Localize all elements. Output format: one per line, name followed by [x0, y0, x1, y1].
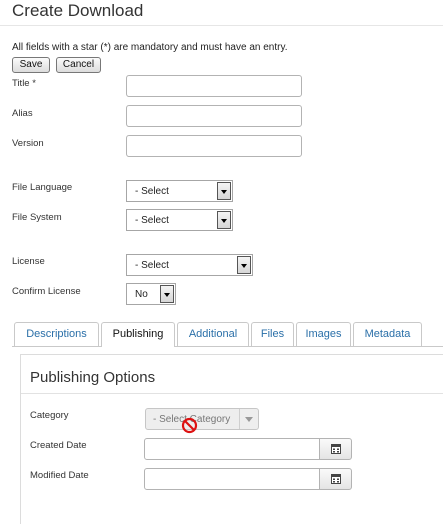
modified-date-label: Modified Date: [30, 470, 89, 481]
cancel-button[interactable]: Cancel: [56, 57, 101, 73]
tab-metadata[interactable]: Metadata: [353, 322, 422, 346]
version-input[interactable]: [126, 135, 302, 157]
tab-files[interactable]: Files: [251, 322, 294, 346]
page-title: Create Download: [12, 1, 144, 20]
modified-date-input[interactable]: [144, 468, 320, 490]
confirm-license-value: No: [135, 289, 148, 300]
chevron-down-icon[interactable]: [160, 285, 174, 303]
chevron-down-icon[interactable]: [239, 409, 258, 429]
license-select[interactable]: - Select: [126, 254, 253, 276]
calendar-icon: [331, 474, 341, 484]
save-button[interactable]: Save: [12, 57, 50, 73]
title-label: Title *: [12, 78, 36, 89]
file-system-select[interactable]: - Select: [126, 209, 233, 231]
file-language-label: File Language: [12, 182, 73, 193]
version-label: Version: [12, 138, 44, 149]
file-language-value: - Select: [135, 186, 169, 197]
category-select[interactable]: - Select Category: [145, 408, 259, 430]
publishing-divider: [21, 393, 443, 394]
alias-input[interactable]: [126, 105, 302, 127]
created-date-label: Created Date: [30, 440, 87, 451]
created-date-input[interactable]: [144, 438, 320, 460]
category-label: Category: [30, 410, 69, 421]
file-system-value: - Select: [135, 215, 169, 226]
confirm-license-select[interactable]: No: [126, 283, 176, 305]
modified-date-calendar-button[interactable]: [319, 468, 352, 490]
chevron-down-icon[interactable]: [217, 211, 231, 229]
chevron-down-icon[interactable]: [217, 182, 231, 200]
tab-descriptions[interactable]: Descriptions: [14, 322, 99, 346]
file-language-select[interactable]: - Select: [126, 180, 233, 202]
tab-baseline: [12, 346, 443, 347]
mandatory-notice: All fields with a star (*) are mandatory…: [12, 42, 288, 53]
file-system-label: File System: [12, 212, 62, 223]
confirm-license-label: Confirm License: [12, 286, 81, 297]
tab-images[interactable]: Images: [296, 322, 351, 346]
chevron-down-icon[interactable]: [237, 256, 251, 274]
license-value: - Select: [135, 260, 169, 271]
created-date-calendar-button[interactable]: [319, 438, 352, 460]
publishing-heading: Publishing Options: [30, 369, 156, 386]
not-allowed-cursor-icon: [181, 417, 198, 434]
title-divider: [0, 25, 443, 26]
calendar-icon: [331, 444, 341, 454]
tab-publishing[interactable]: Publishing: [101, 322, 175, 347]
tab-additional[interactable]: Additional: [177, 322, 249, 346]
title-input[interactable]: [126, 75, 302, 97]
license-label: License: [12, 256, 45, 267]
alias-label: Alias: [12, 108, 33, 119]
